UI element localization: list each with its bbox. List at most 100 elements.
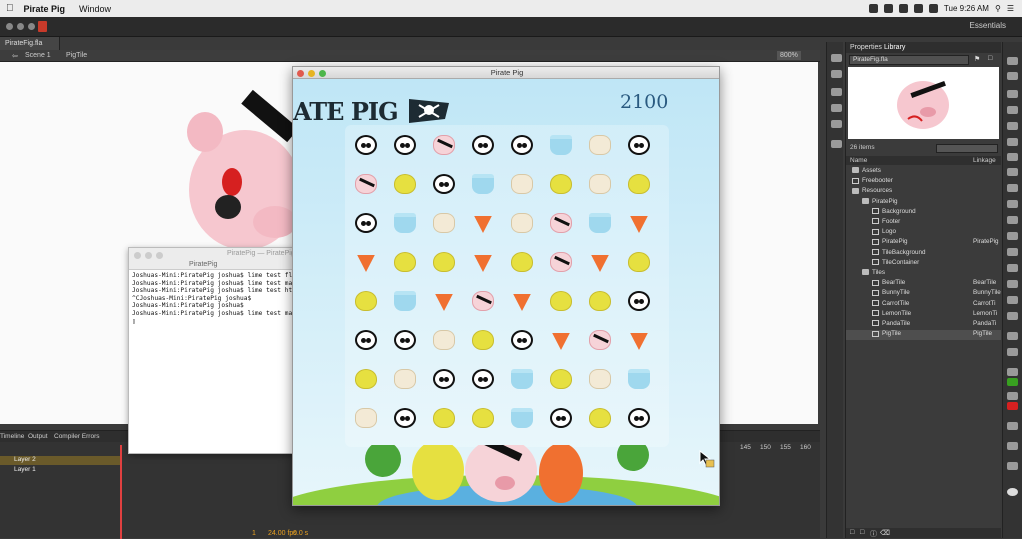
pig-tile[interactable] — [589, 330, 611, 350]
layer-row[interactable]: Layer 2 — [0, 456, 120, 465]
panda-tile[interactable] — [394, 408, 416, 428]
align-icon[interactable] — [831, 88, 842, 96]
wifi-icon[interactable] — [913, 4, 923, 13]
zoom-select[interactable]: 800% — [777, 51, 801, 60]
hand-tool-icon[interactable] — [1007, 332, 1018, 340]
lemon-tile[interactable] — [394, 174, 416, 194]
pin-icon[interactable]: ⚑ — [974, 55, 980, 63]
layer-row[interactable]: Layer 1 — [0, 466, 120, 475]
menu-window[interactable]: Window — [79, 4, 111, 14]
bunny-tile[interactable] — [511, 369, 533, 389]
bear-tile[interactable] — [511, 174, 533, 194]
lemon-tile[interactable] — [394, 252, 416, 272]
bear-tile[interactable] — [589, 174, 611, 194]
apple-menu-icon[interactable]:  — [6, 3, 14, 14]
minimize-window-button[interactable] — [145, 252, 152, 259]
3d-rotation-icon[interactable] — [1007, 106, 1018, 114]
tab-library[interactable]: Library — [884, 44, 905, 51]
text-tool-icon[interactable] — [1007, 153, 1018, 161]
panda-tile[interactable] — [394, 330, 416, 350]
search-icon[interactable]: ⚲ — [995, 4, 1001, 13]
components-icon[interactable] — [831, 140, 842, 148]
swap-colors-icon[interactable] — [1007, 422, 1018, 430]
lemon-tile[interactable] — [628, 174, 650, 194]
back-arrow-icon[interactable]: ⇦ — [12, 52, 18, 60]
game-window[interactable]: Pirate Pig ATE PIG 2100 — [292, 66, 720, 506]
lemon-tile[interactable] — [550, 174, 572, 194]
carrot-tile[interactable] — [630, 333, 648, 350]
rectangle-tool-icon[interactable] — [1007, 184, 1018, 192]
eyedropper-icon[interactable] — [1007, 264, 1018, 272]
bunny-tile[interactable] — [550, 135, 572, 155]
subselection-tool-icon[interactable] — [1007, 72, 1018, 80]
panda-tile[interactable] — [394, 135, 416, 155]
pig-tile[interactable] — [550, 252, 572, 272]
panda-tile[interactable] — [628, 408, 650, 428]
carrot-tile[interactable] — [474, 216, 492, 233]
bear-tile[interactable] — [589, 369, 611, 389]
new-library-icon[interactable]: □ — [988, 55, 992, 62]
library-item[interactable]: PiratePig — [846, 198, 1001, 208]
column-name[interactable]: Name — [850, 157, 867, 164]
bear-tile[interactable] — [511, 213, 533, 233]
zoom-window-button[interactable] — [28, 23, 35, 30]
game-titlebar[interactable]: Pirate Pig — [293, 67, 719, 79]
tab-properties[interactable]: Properties — [850, 44, 882, 51]
panda-tile[interactable] — [472, 135, 494, 155]
close-window-button[interactable] — [134, 252, 141, 259]
workspace-switcher[interactable]: Essentials — [970, 21, 1006, 30]
airplay-icon[interactable] — [898, 4, 908, 13]
scene-breadcrumb[interactable]: Scene 1 — [25, 52, 51, 59]
library-item[interactable]: LemonTile LemonTi — [846, 310, 1001, 320]
pig-tile[interactable] — [433, 135, 455, 155]
close-window-button[interactable] — [6, 23, 13, 30]
bunny-tile[interactable] — [472, 174, 494, 194]
bear-tile[interactable] — [589, 135, 611, 155]
library-item[interactable]: Footer — [846, 218, 1001, 228]
fill-color-icon[interactable] — [1007, 392, 1018, 400]
panda-tile[interactable] — [511, 135, 533, 155]
library-item[interactable]: Freebooter — [846, 177, 1001, 187]
smooth-icon[interactable] — [1007, 462, 1018, 470]
panda-tile[interactable] — [511, 330, 533, 350]
paint-bucket-icon[interactable] — [1007, 248, 1018, 256]
terminal-titlebar[interactable]: PiratePig — PiratePig PiratePig — [129, 248, 299, 270]
battery-icon[interactable] — [928, 4, 938, 13]
new-symbol-icon[interactable]: □ — [850, 529, 854, 536]
layer-name[interactable]: Layer 1 — [14, 466, 36, 473]
library-item[interactable]: PiratePig PiratePig — [846, 238, 1001, 248]
pig-tile[interactable] — [355, 174, 377, 194]
document-tab[interactable]: PirateFig.fla — [0, 37, 60, 50]
library-search-input[interactable] — [936, 144, 998, 153]
zoom-window-button[interactable] — [156, 252, 163, 259]
panda-tile[interactable] — [433, 369, 455, 389]
panda-tile[interactable] — [355, 213, 377, 233]
panda-tile[interactable] — [628, 135, 650, 155]
lemon-tile[interactable] — [550, 369, 572, 389]
library-item[interactable]: CarrotTile CarrotTi — [846, 300, 1001, 310]
panda-tile[interactable] — [550, 408, 572, 428]
lemon-tile[interactable] — [589, 291, 611, 311]
library-item[interactable]: PandaTile PandaTi — [846, 320, 1001, 330]
terminal-window[interactable]: PiratePig — PiratePig PiratePig Joshuas-… — [128, 247, 300, 454]
library-icon[interactable] — [831, 70, 842, 78]
snap-icon[interactable] — [1007, 442, 1018, 450]
bunny-tile[interactable] — [511, 408, 533, 428]
bear-tile[interactable] — [355, 408, 377, 428]
lasso-icon[interactable] — [1007, 122, 1018, 130]
lemon-tile[interactable] — [511, 252, 533, 272]
library-file-select[interactable]: PirateFig.fla — [849, 55, 969, 65]
library-item[interactable]: Logo — [846, 228, 1001, 238]
app-menu[interactable]: Pirate Pig — [24, 4, 66, 14]
creative-cloud-icon[interactable] — [868, 4, 878, 13]
layer-name[interactable]: Layer 2 — [14, 456, 36, 463]
free-transform-icon[interactable] — [1007, 90, 1018, 98]
new-folder-icon[interactable]: □ — [860, 529, 864, 536]
library-item[interactable]: Background — [846, 208, 1001, 218]
carrot-tile[interactable] — [474, 255, 492, 272]
bear-tile[interactable] — [394, 369, 416, 389]
pencil-icon[interactable] — [1007, 216, 1018, 224]
library-item[interactable]: Tiles — [846, 269, 1001, 279]
info-icon[interactable] — [831, 104, 842, 112]
library-item[interactable]: Resources — [846, 187, 1001, 197]
